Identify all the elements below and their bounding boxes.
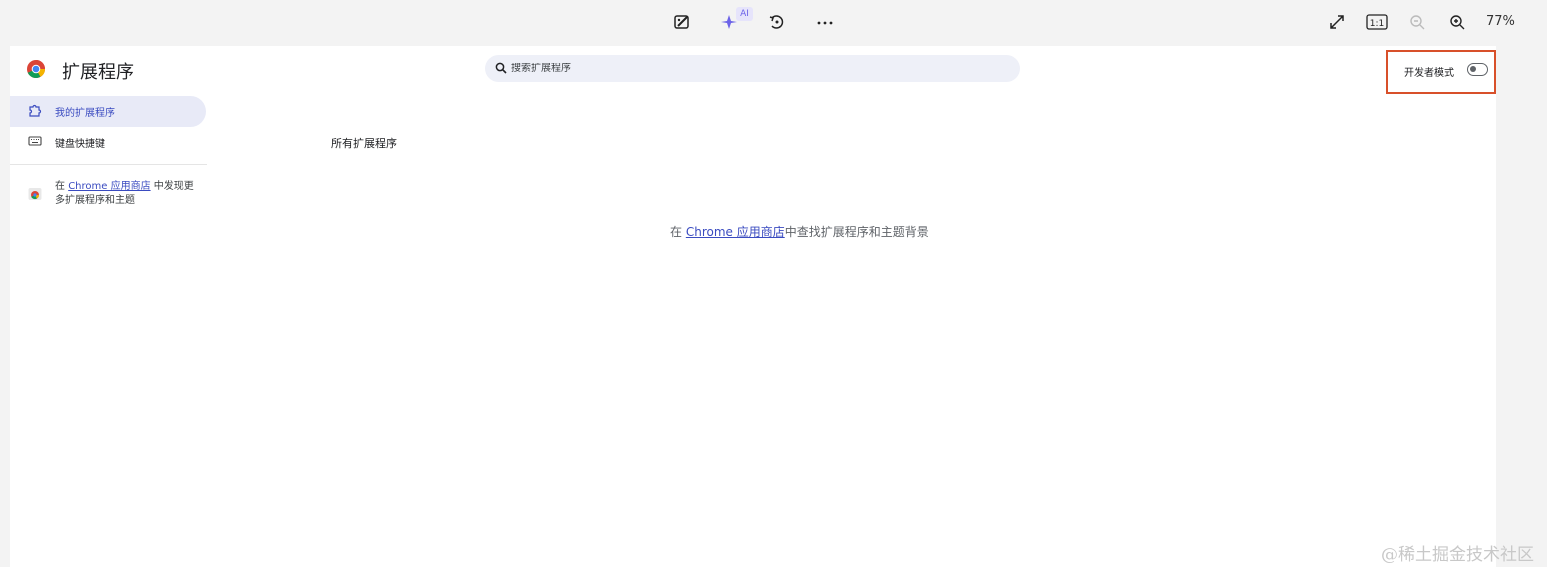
toggle-knob <box>1470 66 1476 72</box>
store-promo-text: 在 Chrome 应用商店 中发现更多扩展程序和主题 <box>55 180 195 208</box>
watermark: @稀土掘金技术社区 <box>1381 545 1534 565</box>
keyboard-icon <box>28 134 42 151</box>
page-title: 扩展程序 <box>62 62 134 83</box>
promo-prefix: 在 <box>55 181 69 192</box>
ai-badge: AI <box>736 7 753 21</box>
empty-state-message: 在 Chrome 应用商店中查找扩展程序和主题背景 <box>670 223 929 240</box>
puzzle-icon <box>28 103 42 120</box>
chrome-web-store-icon <box>28 186 42 205</box>
zoom-level: 77% <box>1486 14 1515 29</box>
actual-size-icon[interactable]: 1:1 <box>1365 10 1389 34</box>
sidebar-item-my-extensions[interactable]: 我的扩展程序 <box>10 96 206 127</box>
rotate-icon[interactable] <box>765 10 789 34</box>
empty-suffix: 中查找扩展程序和主题背景 <box>784 225 929 239</box>
edit-image-icon[interactable] <box>670 10 694 34</box>
viewer-toolbar: AI 1:1 77% <box>0 0 1547 45</box>
search-icon <box>495 59 507 78</box>
actual-size-label: 1:1 <box>1370 19 1384 29</box>
sidebar-item-label: 键盘快捷键 <box>55 139 105 150</box>
chrome-logo-icon <box>26 59 46 83</box>
sidebar-item-label: 我的扩展程序 <box>55 108 115 119</box>
fullscreen-icon[interactable] <box>1325 10 1349 34</box>
zoom-out-icon[interactable] <box>1405 10 1429 34</box>
empty-prefix: 在 <box>670 225 686 239</box>
dev-mode-label: 开发者模式 <box>1404 68 1454 79</box>
chrome-web-store-link-main[interactable]: Chrome 应用商店 <box>686 225 785 239</box>
chrome-web-store-link[interactable]: Chrome 应用商店 <box>68 181 150 192</box>
page-header-brand: 扩展程序 <box>26 58 134 84</box>
dev-mode-highlight: 开发者模式 <box>1386 50 1496 94</box>
more-icon[interactable] <box>813 10 837 34</box>
search-box[interactable] <box>485 55 1020 82</box>
sidebar-divider <box>10 164 207 165</box>
dev-mode-toggle[interactable] <box>1467 63 1488 76</box>
store-promo: 在 Chrome 应用商店 中发现更多扩展程序和主题 <box>28 180 195 208</box>
zoom-in-icon[interactable] <box>1445 10 1469 34</box>
extensions-page: 扩展程序 开发者模式 我的扩展程序 键盘快捷键 在 Chrome 应用商店 中发… <box>10 46 1496 567</box>
section-title: 所有扩展程序 <box>331 137 397 150</box>
sidebar-item-shortcuts[interactable]: 键盘快捷键 <box>10 127 206 158</box>
search-input[interactable] <box>511 63 991 74</box>
